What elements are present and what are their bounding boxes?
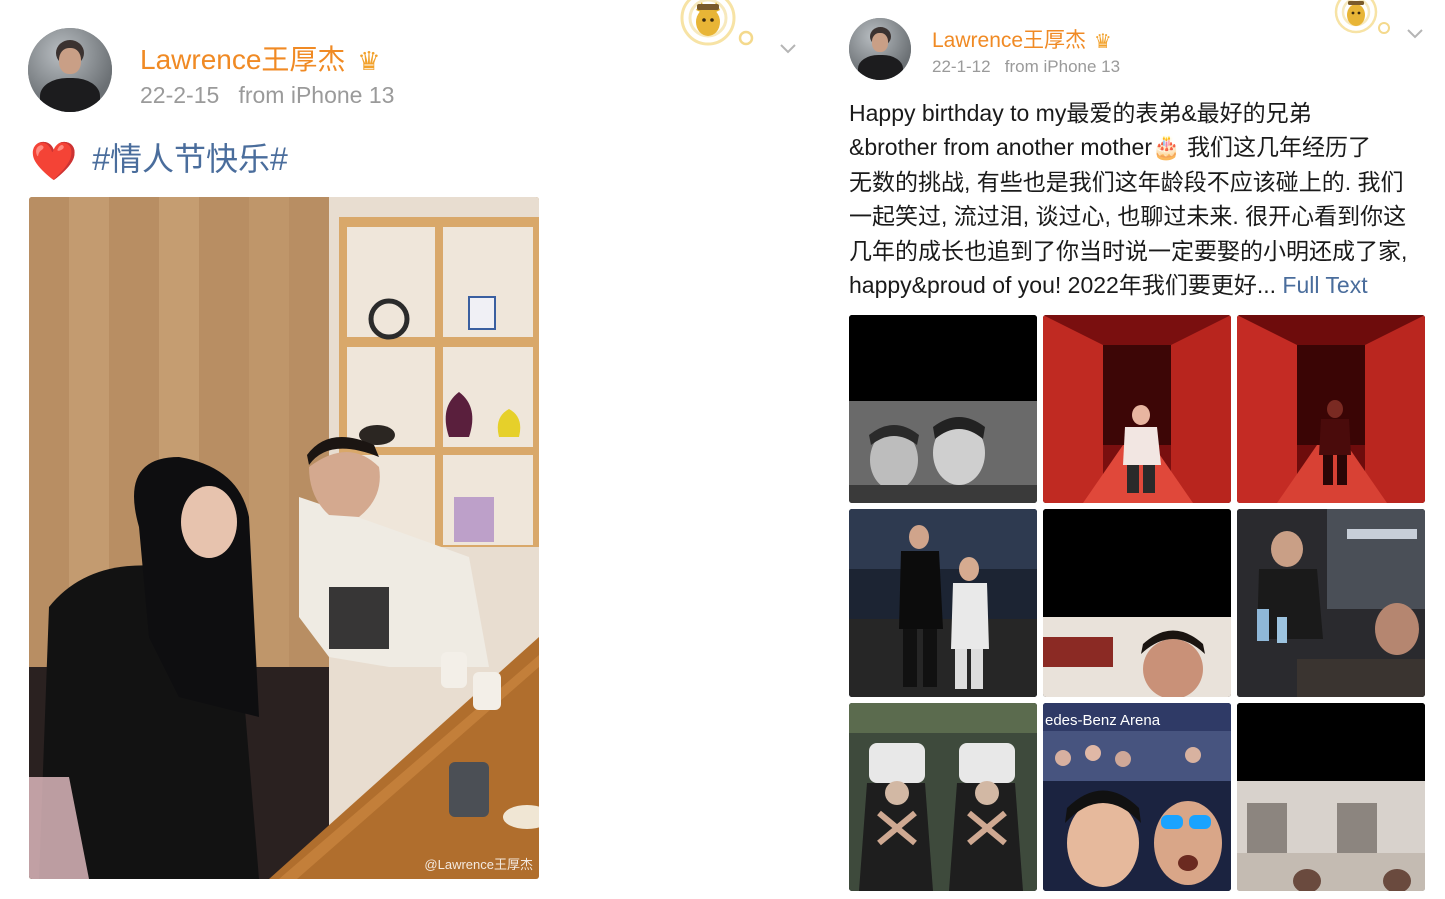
avatar[interactable] <box>28 28 112 112</box>
pikachu-badge-icon <box>680 0 754 46</box>
grid-photo-5[interactable] <box>1043 509 1231 697</box>
grid-photo-1[interactable] <box>849 315 1037 503</box>
grid-photo-7[interactable] <box>849 703 1037 891</box>
username-text[interactable]: Lawrence王厚杰 <box>140 44 345 75</box>
grid-photo-7-image <box>849 703 1037 891</box>
crown-icon: ♛ <box>357 46 381 77</box>
grid-photo-3[interactable] <box>1237 315 1425 503</box>
heart-emoji: ❤️ <box>30 141 78 183</box>
weibo-post-left: Lawrence王厚杰 ♛ 22-2-15 from iPhone 13 ❤️ … <box>0 0 830 899</box>
post-text-body: Happy birthday to my最爱的表弟&最好的兄弟 &brother… <box>849 100 1408 299</box>
grid-photo-4[interactable] <box>849 509 1037 697</box>
post-content: ❤️ #情人节快乐# <box>30 134 288 184</box>
username[interactable]: Lawrence王厚杰 ♛ <box>140 38 381 78</box>
grid-photo-9-image <box>1237 703 1425 891</box>
grid-photo-8[interactable]: edes-Benz Arena <box>1043 703 1231 891</box>
post-date: 22-1-12 <box>932 57 991 76</box>
post-date: 22-2-15 <box>140 82 220 108</box>
post-meta: 22-2-15 from iPhone 13 <box>140 82 394 109</box>
couple-photo <box>29 197 539 879</box>
post-photo[interactable]: @Lawrence王厚杰 <box>29 197 539 879</box>
username-text[interactable]: Lawrence王厚杰 <box>932 29 1086 52</box>
grid-photo-4-image <box>849 509 1037 697</box>
full-text-link[interactable]: Full Text <box>1282 272 1367 298</box>
crown-icon: ♛ <box>1093 30 1112 53</box>
grid-photo-5-image <box>1043 509 1231 697</box>
chevron-down-icon[interactable] <box>1406 24 1424 42</box>
grid-photo-6[interactable] <box>1237 509 1425 697</box>
grid-photo-2[interactable] <box>1043 315 1231 503</box>
grid-photo-2-image <box>1043 315 1231 503</box>
grid-photo-6-image <box>1237 509 1425 697</box>
arena-sign-text: edes-Benz Arena <box>1045 712 1161 729</box>
pikachu-badge-icon <box>1334 0 1390 34</box>
photo-watermark: @Lawrence王厚杰 <box>424 857 533 872</box>
grid-photo-8-image: edes-Benz Arena <box>1043 703 1231 891</box>
weibo-post-right: Lawrence王厚杰 ♛ 22-1-12 from iPhone 13 Hap… <box>830 0 1445 899</box>
post-source: from iPhone 13 <box>1004 57 1121 76</box>
username[interactable]: Lawrence王厚杰 ♛ <box>932 24 1112 54</box>
topic-hashtag[interactable]: #情人节快乐# <box>92 141 288 177</box>
post-text: Happy birthday to my最爱的表弟&最好的兄弟 &brother… <box>849 96 1429 302</box>
grid-photo-1-image <box>849 315 1037 503</box>
post-source: from iPhone 13 <box>238 82 395 108</box>
post-meta: 22-1-12 from iPhone 13 <box>932 57 1120 77</box>
avatar[interactable] <box>849 18 911 80</box>
chevron-down-icon[interactable] <box>779 39 797 57</box>
grid-photo-3-image <box>1237 315 1425 503</box>
grid-photo-9[interactable] <box>1237 703 1425 891</box>
